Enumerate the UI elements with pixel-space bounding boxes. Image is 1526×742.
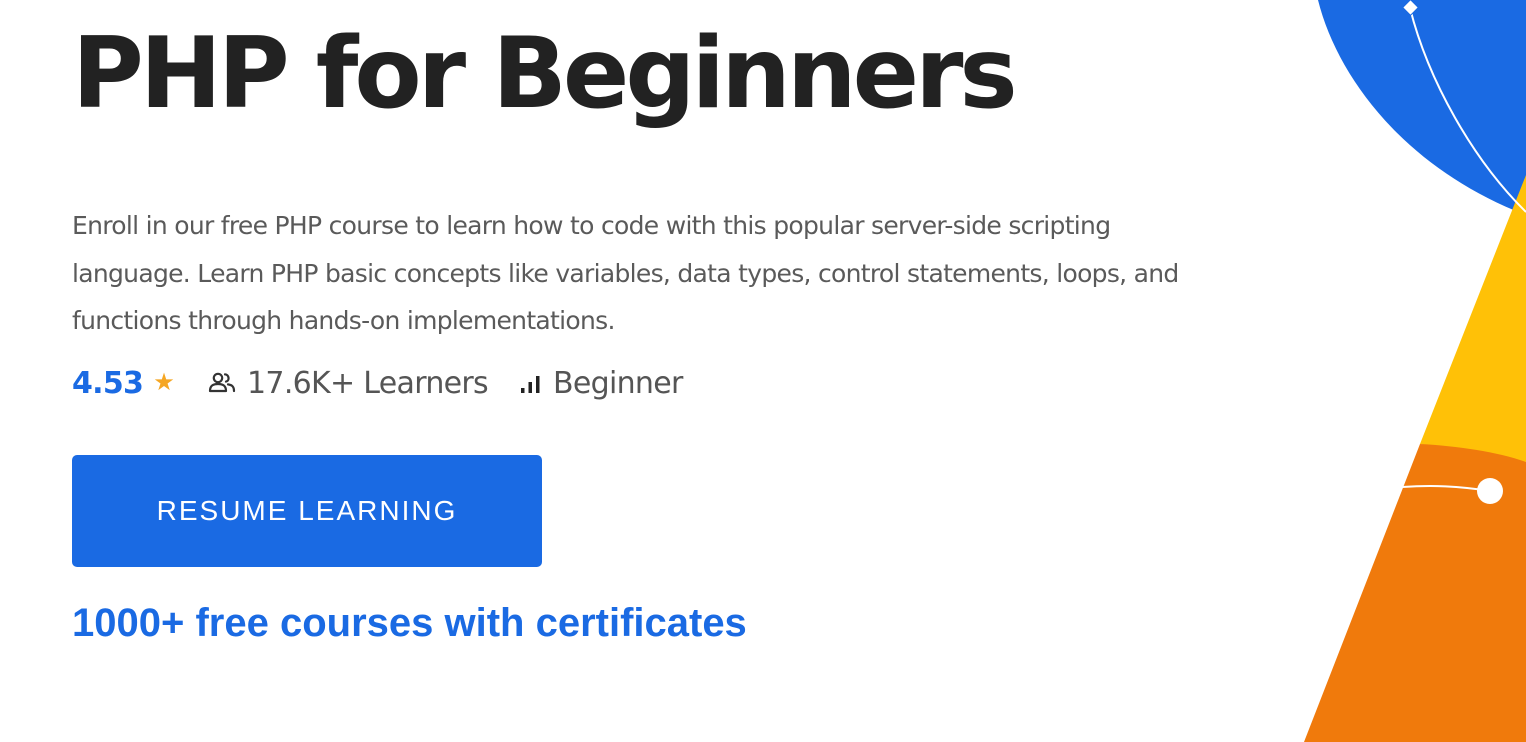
- free-courses-tagline: 1000+ free courses with certificates: [72, 601, 747, 645]
- blue-shape: [1318, 0, 1526, 215]
- yellow-shape: [1420, 175, 1526, 462]
- signal-bars-icon: [520, 372, 542, 394]
- learners-count: 17.6K+ Learners: [247, 365, 489, 401]
- course-title: PHP for Beginners: [72, 17, 1018, 131]
- course-hero: PHP for Beginners Enroll in our free PHP…: [0, 0, 1526, 742]
- course-meta: 4.53 ★ 17.6K+ Learners Beginner: [72, 362, 683, 404]
- star-icon: ★: [153, 368, 175, 396]
- people-icon: [208, 371, 236, 395]
- decorative-shapes: [1304, 0, 1526, 742]
- course-description: Enroll in our free PHP course to learn h…: [72, 211, 1179, 335]
- decor-dot: [1477, 478, 1503, 504]
- rating-value: 4.53: [72, 365, 144, 401]
- resume-learning-button[interactable]: RESUME LEARNING: [72, 455, 542, 567]
- difficulty-level: Beginner: [552, 365, 683, 401]
